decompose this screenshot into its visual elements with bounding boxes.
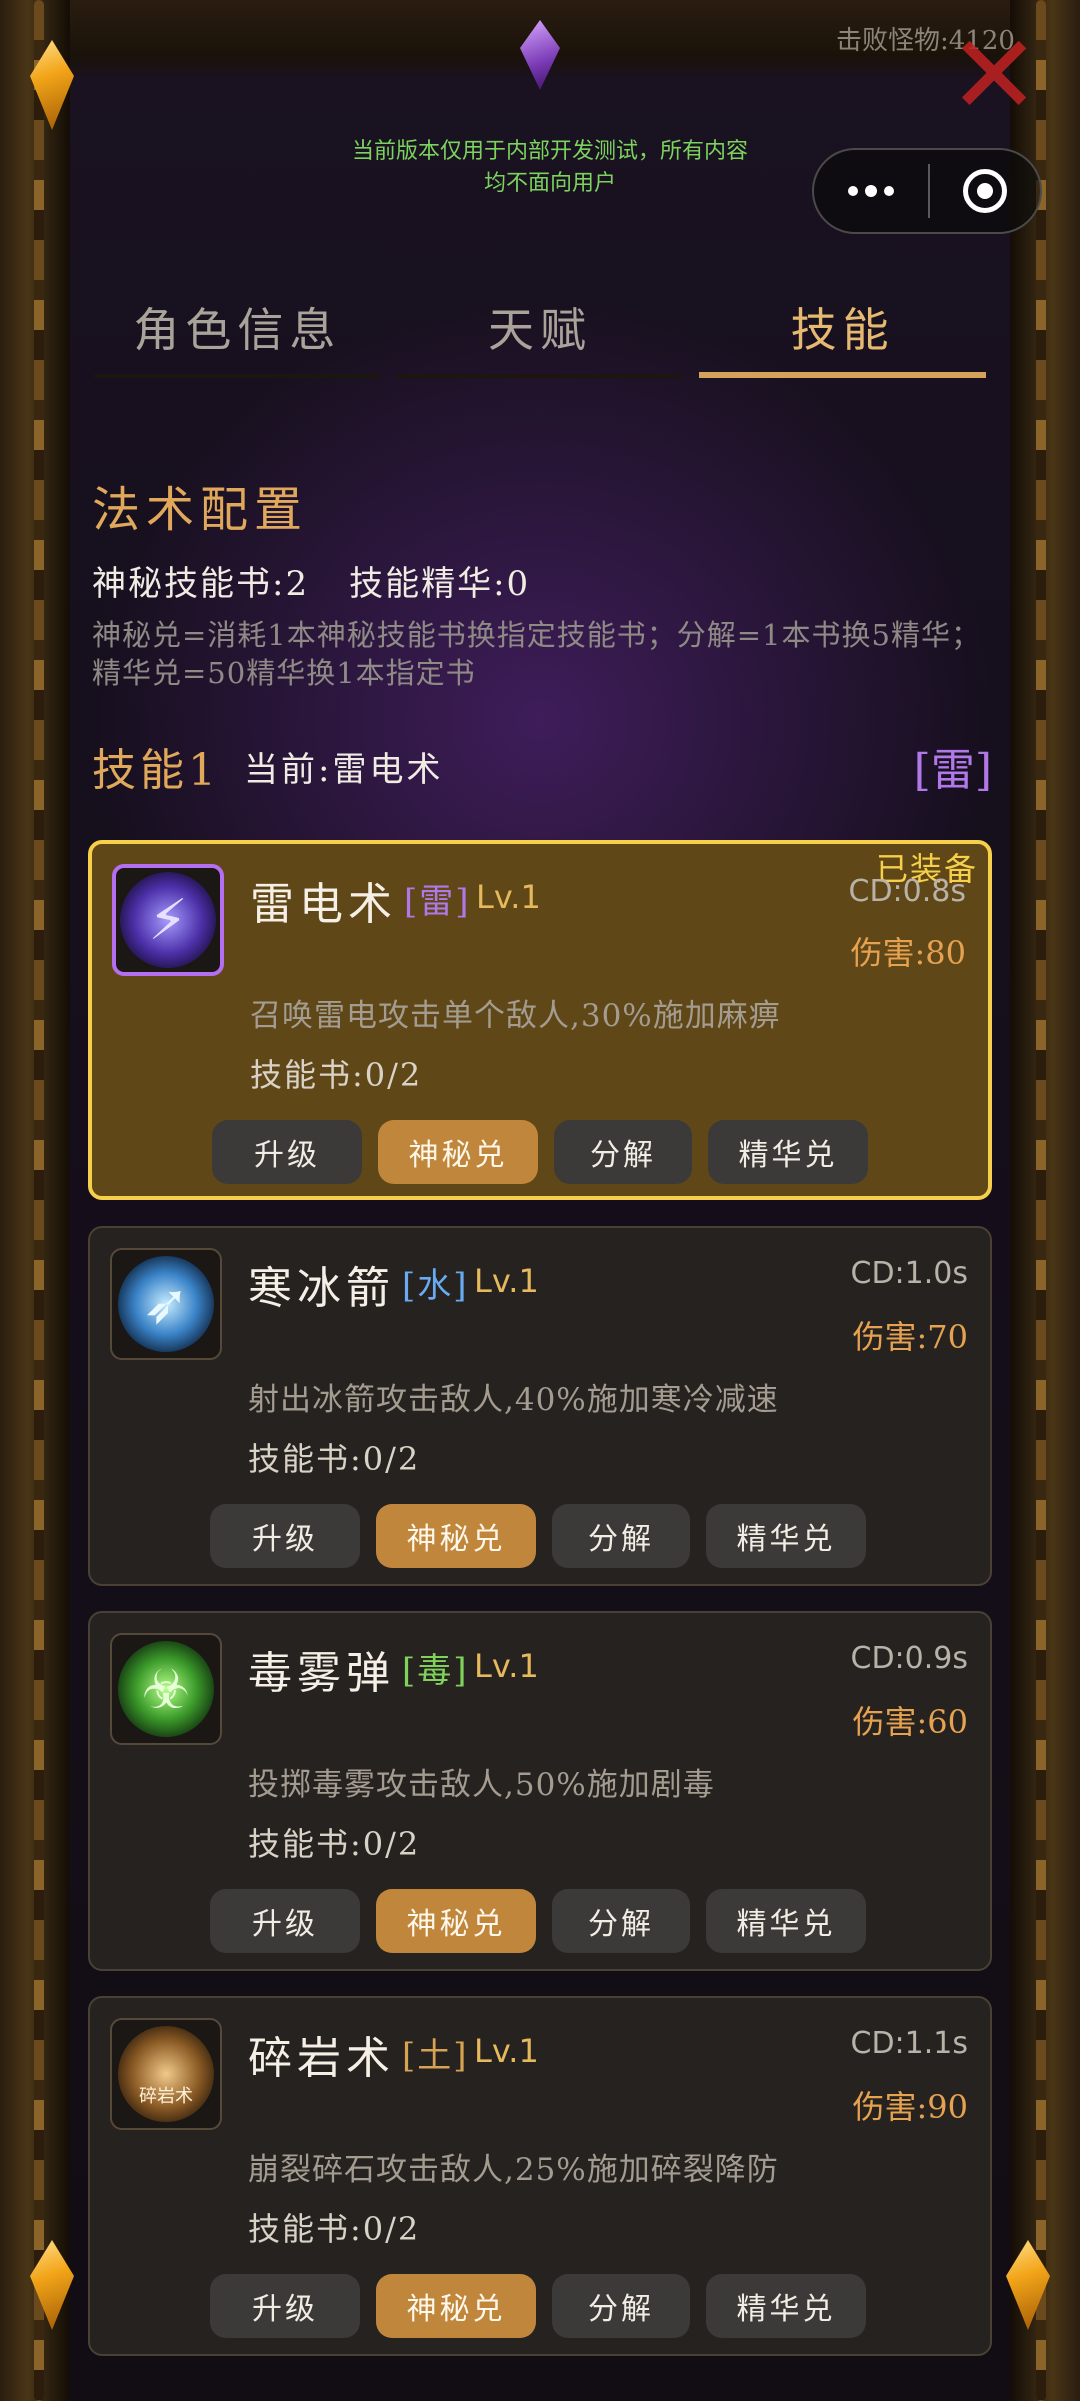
section-title: 法术配置 [92, 482, 309, 538]
skill-book-progress: 技能书:0/2 [250, 1056, 423, 1094]
close-icon[interactable]: ✕ [948, 20, 1040, 130]
essence-exchange-button[interactable]: 精华兑 [706, 1504, 866, 1568]
target-ring-icon[interactable] [930, 169, 1040, 213]
essence-exchange-button[interactable]: 精华兑 [706, 1889, 866, 1953]
ice-arrow-icon: ➶ [118, 1256, 214, 1352]
skill-element: [土] [402, 2036, 469, 2076]
upgrade-button[interactable]: 升级 [210, 2274, 360, 2338]
miniapp-capsule [812, 148, 1042, 234]
skill-cooldown: CD:1.1s [850, 2026, 969, 2061]
skill-level: Lv.1 [474, 1262, 539, 1300]
skill-icon-frame: 碎岩术 [110, 2018, 222, 2130]
upgrade-button[interactable]: 升级 [210, 1504, 360, 1568]
poison-icon: ☣ [118, 1641, 214, 1737]
skill-element: [雷] [404, 882, 471, 922]
skill-damage: 伤害:60 [852, 1703, 968, 1741]
skill-slot-row: 技能1 当前:雷电术 [雷] [92, 734, 992, 798]
skill-book-progress: 技能书:0/2 [248, 1825, 421, 1863]
skill-cooldown: CD:1.0s [850, 1256, 969, 1291]
skill-card-thunder[interactable]: ⚡ 雷电术 [雷] Lv.1 已装备 CD:0.8s 伤害:80 召唤雷电攻击单… [88, 840, 992, 1200]
skill-cooldown: CD:0.8s [848, 874, 967, 909]
mystery-book-count: 神秘技能书:2 [92, 564, 310, 604]
skill-level: Lv.1 [474, 2032, 539, 2070]
more-dots-icon[interactable] [814, 150, 928, 232]
skill-book-progress: 技能书:0/2 [248, 2210, 421, 2248]
skill-level: Lv.1 [476, 878, 541, 916]
skill-name: 雷电术 [250, 879, 397, 930]
skill-description: 射出冰箭攻击敌人,40%施加寒冷减速 [248, 1382, 779, 1418]
dev-notice: 当前版本仅用于内部开发测试，所有内容均不面向用户 [351, 139, 748, 196]
tab-bar: 角色信息 天赋 技能 [86, 286, 994, 382]
slot-label: 技能1 [92, 745, 220, 796]
tab-talent[interactable]: 天赋 [389, 286, 692, 382]
mystery-exchange-button[interactable]: 神秘兑 [376, 1504, 536, 1568]
skill-action-row: 升级 神秘兑 分解 精华兑 [212, 1120, 868, 1184]
vine-right [1036, 0, 1046, 2401]
skill-damage: 伤害:70 [852, 1318, 968, 1356]
exchange-help-text: 神秘兑=消耗1本神秘技能书换指定技能书；分解=1本书换5精华；精华兑=50精华换… [92, 618, 981, 690]
lightning-icon: ⚡ [120, 872, 216, 968]
upgrade-button[interactable]: 升级 [210, 1889, 360, 1953]
skill-action-row: 升级 神秘兑 分解 精华兑 [210, 1889, 866, 1953]
skill-action-row: 升级 神秘兑 分解 精华兑 [210, 1504, 866, 1568]
tab-character-info[interactable]: 角色信息 [86, 286, 389, 382]
essence-count: 技能精华:0 [349, 564, 531, 604]
mystery-exchange-button[interactable]: 神秘兑 [376, 1889, 536, 1953]
skill-cooldown: CD:0.9s [850, 1641, 969, 1676]
skill-name: 毒雾弹 [248, 1648, 395, 1699]
mystery-exchange-button[interactable]: 神秘兑 [376, 2274, 536, 2338]
decompose-button[interactable]: 分解 [554, 1120, 692, 1184]
slot-current-skill: 当前:雷电术 [244, 750, 444, 790]
skill-element: [毒] [402, 1651, 469, 1691]
tab-skills[interactable]: 技能 [691, 286, 994, 382]
skill-description: 投掷毒雾攻击敌人,50%施加剧毒 [248, 1767, 715, 1803]
skill-description: 崩裂碎石攻击敌人,25%施加碎裂降防 [248, 2152, 779, 2188]
rock-icon-caption: 碎岩术 [139, 2086, 193, 2107]
decompose-button[interactable]: 分解 [552, 1889, 690, 1953]
decompose-button[interactable]: 分解 [552, 2274, 690, 2338]
skill-card-ice[interactable]: ➶ 寒冰箭 [水] Lv.1 CD:1.0s 伤害:70 射出冰箭攻击敌人,40… [88, 1226, 992, 1586]
top-bar: 击败怪物:4120 [0, 0, 1080, 80]
skill-level: Lv.1 [474, 1647, 539, 1685]
essence-exchange-button[interactable]: 精华兑 [706, 2274, 866, 2338]
skill-icon-frame: ➶ [110, 1248, 222, 1360]
skill-description: 召唤雷电攻击单个敌人,30%施加麻痹 [250, 998, 781, 1034]
essence-exchange-button[interactable]: 精华兑 [708, 1120, 868, 1184]
skill-action-row: 升级 神秘兑 分解 精华兑 [210, 2274, 866, 2338]
skill-icon-frame: ☣ [110, 1633, 222, 1745]
decompose-button[interactable]: 分解 [552, 1504, 690, 1568]
skill-icon-frame: ⚡ [112, 864, 224, 976]
skill-name: 寒冰箭 [248, 1263, 395, 1314]
skill-name: 碎岩术 [248, 2033, 395, 2084]
upgrade-button[interactable]: 升级 [212, 1120, 362, 1184]
resource-counts: 神秘技能书:2 技能精华:0 [92, 556, 570, 605]
skill-card-rock[interactable]: 碎岩术 碎岩术 [土] Lv.1 CD:1.1s 伤害:90 崩裂碎石攻击敌人,… [88, 1996, 992, 2356]
skill-damage: 伤害:90 [852, 2088, 968, 2126]
skill-book-progress: 技能书:0/2 [248, 1440, 421, 1478]
rock-icon: 碎岩术 [118, 2026, 214, 2122]
skill-damage: 伤害:80 [850, 934, 966, 972]
slot-element-tag: [雷] [913, 745, 992, 796]
skill-card-poison[interactable]: ☣ 毒雾弹 [毒] Lv.1 CD:0.9s 伤害:60 投掷毒雾攻击敌人,50… [88, 1611, 992, 1971]
skill-element: [水] [402, 1266, 469, 1306]
mystery-exchange-button[interactable]: 神秘兑 [378, 1120, 538, 1184]
vine-left [34, 0, 44, 2401]
